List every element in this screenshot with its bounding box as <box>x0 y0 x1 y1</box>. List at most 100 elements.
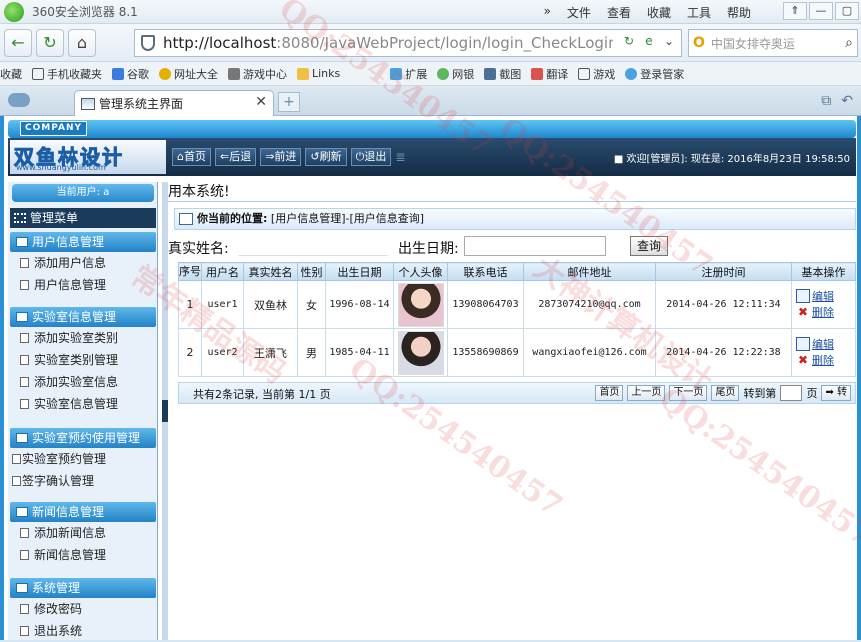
go-button[interactable]: ➡ 转 <box>821 385 851 401</box>
forward-button[interactable]: ⇒前进 <box>260 148 302 166</box>
edit-link[interactable]: 编辑 <box>796 336 855 353</box>
dropdown-icon[interactable]: ⌄ <box>661 34 677 52</box>
bookmark-login[interactable]: 登录管家 <box>625 66 684 82</box>
page-icon <box>20 550 29 560</box>
delete-link[interactable]: ✖ 删除 <box>796 305 855 321</box>
birthdate-input[interactable] <box>464 236 606 256</box>
delete-link[interactable]: ✖ 删除 <box>796 353 855 369</box>
minimize-button[interactable]: — <box>809 2 833 20</box>
puzzle-icon <box>390 67 403 80</box>
web-page: COMPANY 双鱼林设计 www.shuangyulin.com ⌂首页 ⇐后… <box>0 116 861 640</box>
gamepad-icon <box>228 67 240 80</box>
current-user: 当前用户: a <box>12 184 154 202</box>
home-button[interactable]: ⌂首页 <box>172 148 211 166</box>
address-bar[interactable]: http://localhost:8080/JavaWebProject/log… <box>134 29 682 57</box>
realname-input[interactable] <box>238 238 388 256</box>
sidebar-item-add-lab-type[interactable]: 添加实验室类别 <box>10 327 156 349</box>
group-header-user[interactable]: 用户信息管理 <box>10 232 156 252</box>
group-system: 系统管理 修改密码 退出系统 <box>10 578 156 642</box>
cell-avatar <box>393 328 448 377</box>
page-icon <box>20 258 29 268</box>
search-form: 真实姓名: 出生日期: 查询 <box>168 236 856 258</box>
tab-main-page[interactable]: 管理系统主界面 ✕ <box>74 90 274 116</box>
menu-view[interactable]: 查看 <box>607 4 631 21</box>
sidebar-item-news-manage[interactable]: 新闻信息管理 <box>10 544 156 566</box>
reload-icon[interactable]: ↻ <box>621 34 637 52</box>
undo-close-icon[interactable]: ↶ <box>841 93 853 109</box>
menu-title: 管理菜单 <box>10 208 156 228</box>
first-page-button[interactable]: 首页 <box>595 385 624 401</box>
col-phone: 联系电话 <box>447 262 524 281</box>
close-tab-icon[interactable]: ✕ <box>255 94 267 110</box>
tab-list-icon[interactable]: ⧉ <box>821 93 831 109</box>
bookmark-links[interactable]: Links <box>297 67 340 80</box>
sidebar-item-lab-manage[interactable]: 实验室信息管理 <box>10 393 156 415</box>
cell-birth: 1996-08-14 <box>325 280 394 329</box>
menu-file[interactable]: 文件 <box>567 4 591 21</box>
refresh-icon[interactable]: ↻ <box>36 28 64 57</box>
group-header-news[interactable]: 新闻信息管理 <box>10 502 156 522</box>
maximize-button[interactable]: ▢ <box>835 2 859 20</box>
edit-link[interactable]: 编辑 <box>796 288 855 305</box>
menu-favorites[interactable]: 收藏 <box>647 4 671 21</box>
restore-button[interactable]: ⇑ <box>783 2 807 20</box>
group-header-system[interactable]: 系统管理 <box>10 578 156 598</box>
bookmark-favorites[interactable]: 收藏 <box>0 66 22 82</box>
cell-realname: 王潇飞 <box>243 328 298 377</box>
breadcrumb-path: [用户信息管理]-[用户信息查询] <box>270 212 425 225</box>
menu-help[interactable]: 帮助 <box>727 4 751 21</box>
sidebar-item-sign-confirm[interactable]: 签字确认管理 <box>10 470 156 492</box>
bookmark-translate[interactable]: 翻译 <box>531 66 568 82</box>
new-tab-button[interactable]: + <box>278 92 300 112</box>
pager: 共有2条记录, 当前第 1/1 页 首页 上一页 下一页 尾页 转到第 页 ➡ … <box>178 382 856 404</box>
menu-tools[interactable]: 工具 <box>687 4 711 21</box>
col-ops: 基本操作 <box>791 262 856 281</box>
logout-button[interactable]: ⏻退出 <box>350 148 392 166</box>
cell-ops: 编辑 ✖ 删除 <box>791 328 856 377</box>
sidebar-item-add-news[interactable]: 添加新闻信息 <box>10 522 156 544</box>
search-icon[interactable]: ⌕ <box>845 35 853 51</box>
site-header: 双鱼林设计 www.shuangyulin.com ⌂首页 ⇐后退 ⇒前进 ↺刷… <box>8 138 856 176</box>
page-icon <box>20 355 29 365</box>
translate-icon <box>531 67 544 80</box>
page-icon <box>12 476 21 486</box>
prev-page-button[interactable]: 上一页 <box>627 385 666 401</box>
ie-engine-icon[interactable]: e <box>641 34 657 52</box>
folder-icon <box>16 312 28 322</box>
bookmark-games[interactable]: 游戏中心 <box>228 66 287 82</box>
bookmark-mobile[interactable]: 手机收藏夹 <box>32 66 102 82</box>
sidebar-item-lab-type-manage[interactable]: 实验室类别管理 <box>10 349 156 371</box>
bookmark-extensions[interactable]: 扩展 <box>390 66 427 82</box>
home-icon[interactable]: ⌂ <box>68 28 96 57</box>
avatar <box>397 282 444 327</box>
sidebar-item-add-lab[interactable]: 添加实验室信息 <box>10 371 156 393</box>
site-logo: 双鱼林设计 www.shuangyulin.com <box>10 140 166 174</box>
refresh-button[interactable]: ↺刷新 <box>305 148 347 166</box>
address-url[interactable]: http://localhost:8080/JavaWebProject/log… <box>163 34 613 52</box>
back-button[interactable]: ⇐后退 <box>214 148 257 166</box>
menu-more[interactable]: » <box>544 4 551 21</box>
bookmark-game[interactable]: 游戏 <box>578 66 615 82</box>
query-button[interactable]: 查询 <box>630 236 669 256</box>
search-input[interactable]: 中国女排夺奥运 <box>711 35 831 52</box>
cell-regtime: 2014-04-26 12:11:34 <box>655 280 792 329</box>
page-icon <box>20 377 29 387</box>
sidebar-item-logout[interactable]: 退出系统 <box>10 620 156 642</box>
goto-page-input[interactable] <box>780 385 803 401</box>
bookmark-google[interactable]: 谷歌 <box>112 66 149 82</box>
back-arrow-icon[interactable]: ← <box>4 28 32 57</box>
next-page-button[interactable]: 下一页 <box>669 385 708 401</box>
cell-realname: 双鱼林 <box>243 280 298 329</box>
group-header-lab[interactable]: 实验室信息管理 <box>10 307 156 327</box>
sidebar-item-change-password[interactable]: 修改密码 <box>10 598 156 620</box>
search-box[interactable]: O 中国女排夺奥运 ⌕ <box>688 29 858 57</box>
group-header-reservation[interactable]: 实验室预约使用管理 <box>10 428 156 448</box>
sidebar-item-user-manage[interactable]: 用户信息管理 <box>10 274 156 296</box>
bookmark-sites[interactable]: 网址大全 <box>159 66 218 82</box>
cloud-icon[interactable] <box>8 93 30 107</box>
bookmark-screenshot[interactable]: 截图 <box>484 66 521 82</box>
bookmark-bank[interactable]: 网银 <box>437 66 474 82</box>
sidebar-item-add-user[interactable]: 添加用户信息 <box>10 252 156 274</box>
last-page-button[interactable]: 尾页 <box>711 385 740 401</box>
sidebar-item-reservation-manage[interactable]: 实验室预约管理 <box>10 448 156 470</box>
